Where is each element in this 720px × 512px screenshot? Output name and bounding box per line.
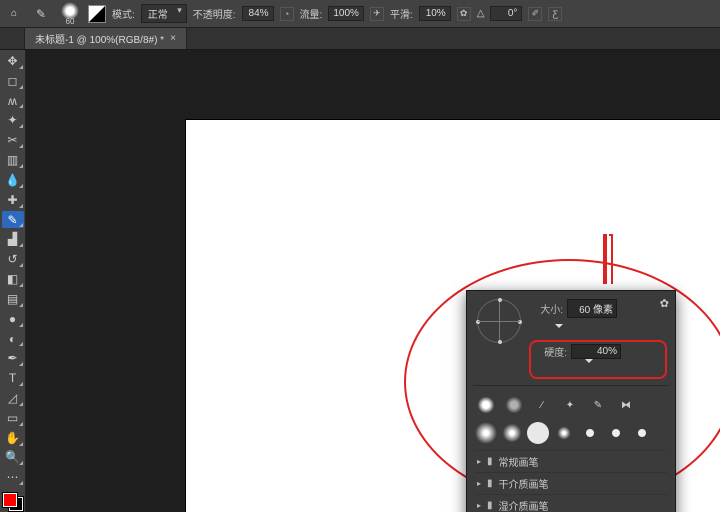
opacity-label: 不透明度: <box>193 6 236 21</box>
folder-label: 湿介质画笔 <box>499 498 549 512</box>
history-brush-tool[interactable]: ↺ <box>2 250 24 268</box>
type-tool[interactable]: T <box>2 369 24 387</box>
hardness-input[interactable]: 40% <box>571 344 621 359</box>
magic-wand-tool[interactable]: ✦ <box>2 111 24 129</box>
move-tool[interactable]: ✥ <box>2 52 24 70</box>
document-tab-title: 未标题-1 @ 100%(RGB/8#) * <box>35 31 164 46</box>
size-label: 大小: <box>529 301 563 316</box>
home-icon[interactable]: ⌂ <box>4 4 24 24</box>
zoom-tool[interactable]: 🔍 <box>2 449 24 467</box>
preset-soft-med[interactable] <box>503 424 522 443</box>
tip-soft-icon[interactable] <box>503 394 525 416</box>
lasso-tool[interactable]: ʍ <box>2 92 24 110</box>
folder-icon: ▮ <box>487 456 493 467</box>
brush-toggle-icon[interactable] <box>88 5 106 23</box>
eyedropper-tool[interactable]: 💧 <box>2 171 24 189</box>
eraser-tool[interactable]: ◧ <box>2 270 24 288</box>
chevron-right-icon: ▸ <box>477 457 481 466</box>
mode-label: 模式: <box>112 6 135 21</box>
folder-label: 干介质画笔 <box>499 476 549 491</box>
blend-mode-dropdown[interactable]: 正常 <box>141 4 187 23</box>
size-slider[interactable] <box>531 324 665 334</box>
folder-icon: ▮ <box>487 500 493 511</box>
foreground-swatch[interactable] <box>3 493 17 507</box>
edit-toolbar[interactable]: ⋯ <box>2 468 24 486</box>
folder-label: 常规画笔 <box>499 454 539 469</box>
hand-tool[interactable]: ✋ <box>2 429 24 447</box>
symmetry-icon[interactable]: Ƹ <box>548 7 562 21</box>
size-row: 大小: 60 像素 <box>529 299 667 318</box>
tablet-pressure-icon[interactable]: ✐ <box>528 7 542 21</box>
brush-folder-item[interactable]: ▸ ▮ 常规画笔 <box>475 450 667 472</box>
document-tab-bar: 未标题-1 @ 100%(RGB/8#) * × <box>0 28 720 50</box>
opacity-pressure-icon[interactable]: ◔ <box>280 7 294 21</box>
stamp-tool[interactable]: ▟ <box>2 230 24 248</box>
preset-hard[interactable] <box>527 422 549 444</box>
tip-charcoal-icon[interactable]: ⧓ <box>615 394 637 416</box>
angle-input[interactable]: 0° <box>490 6 522 21</box>
preset-soft-large[interactable] <box>475 422 497 444</box>
crop-tool[interactable]: ✂ <box>2 131 24 149</box>
hardness-label: 硬度: <box>533 344 567 359</box>
tip-flat-icon[interactable]: ∕ <box>531 394 553 416</box>
airbrush-icon[interactable]: ✈ <box>370 7 384 21</box>
preset-tiny-1[interactable] <box>586 429 594 437</box>
tip-round-icon[interactable] <box>475 394 497 416</box>
healing-tool[interactable]: ✚ <box>2 191 24 209</box>
dodge-tool[interactable]: ◐ <box>2 330 24 348</box>
flow-label: 流量: <box>300 6 323 21</box>
brush-folder-list: ▸▮常规画笔▸▮干介质画笔▸▮湿介质画笔▸▮特殊效果画笔 <box>475 450 667 512</box>
tip-fan-icon[interactable]: ✦ <box>559 394 581 416</box>
brush-folder-item[interactable]: ▸ ▮ 湿介质画笔 <box>475 494 667 512</box>
close-icon[interactable]: × <box>170 33 176 44</box>
preset-tiny-3[interactable] <box>638 429 646 437</box>
brush-folder-item[interactable]: ▸ ▮ 干介质画笔 <box>475 472 667 494</box>
options-bar: ⌂ ✎ 60 模式: 正常 不透明度: 84% ◔ 流量: 100% ✈ 平滑:… <box>0 0 720 28</box>
tip-pencil-icon[interactable]: ✎ <box>587 394 609 416</box>
opacity-input[interactable]: 84% <box>242 6 274 21</box>
hardness-slider[interactable] <box>535 359 661 369</box>
brush-tool[interactable]: ✎ <box>2 211 24 229</box>
hardness-row: 硬度: 40% <box>533 344 663 359</box>
smoothing-gear-icon[interactable]: ✿ <box>457 7 471 21</box>
preset-soft-small[interactable] <box>557 426 570 439</box>
angle-icon: △ <box>477 8 485 19</box>
brush-preset-picker[interactable]: 60 <box>58 2 82 26</box>
workspace: ✥◻ʍ✦✂▥💧✚✎▟↺◧▤●◐✒T◿▭✋🔍⋯ ✿ 大小: 60 像素 <box>0 50 720 512</box>
brush-size-label: 60 <box>66 17 75 26</box>
size-input[interactable]: 60 像素 <box>567 299 617 318</box>
tool-preset-picker[interactable]: ✎ <box>30 4 52 24</box>
brush-presets-row <box>475 420 667 446</box>
frame-tool[interactable]: ▥ <box>2 151 24 169</box>
flow-input[interactable]: 100% <box>328 6 364 21</box>
chevron-right-icon: ▸ <box>477 501 481 510</box>
smoothing-label: 平滑: <box>390 6 413 21</box>
canvas-area: ✿ 大小: 60 像素 硬度: <box>26 50 720 512</box>
color-swatches[interactable] <box>2 492 24 512</box>
path-select-tool[interactable]: ◿ <box>2 389 24 407</box>
tools-panel: ✥ ◻ ʍ✦ ✂ ▥ 💧 ✚ ✎▟ ↺ ◧ ▤ ● ◐✒ T ◿ ▭ ✋ 🔍⋯ <box>0 50 26 512</box>
document-tab[interactable]: 未标题-1 @ 100%(RGB/8#) * × <box>24 27 187 49</box>
preset-tiny-2[interactable] <box>612 429 620 437</box>
brush-tip-type-row: ∕ ✦ ✎ ⧓ <box>475 392 667 420</box>
brush-settings-popup[interactable]: ✿ 大小: 60 像素 硬度: <box>466 290 676 512</box>
shape-tool[interactable]: ▭ <box>2 409 24 427</box>
gear-icon[interactable]: ✿ <box>660 297 669 310</box>
pen-tool[interactable]: ✒ <box>2 349 24 367</box>
smoothing-input[interactable]: 10% <box>419 6 451 21</box>
brush-angle-widget[interactable] <box>477 299 521 343</box>
marquee-tool[interactable]: ◻ <box>2 72 24 90</box>
folder-icon: ▮ <box>487 478 493 489</box>
blur-tool[interactable]: ● <box>2 310 24 328</box>
annotation-hardness-highlight: 硬度: 40% <box>529 340 667 379</box>
chevron-right-icon: ▸ <box>477 479 481 488</box>
gradient-tool[interactable]: ▤ <box>2 290 24 308</box>
